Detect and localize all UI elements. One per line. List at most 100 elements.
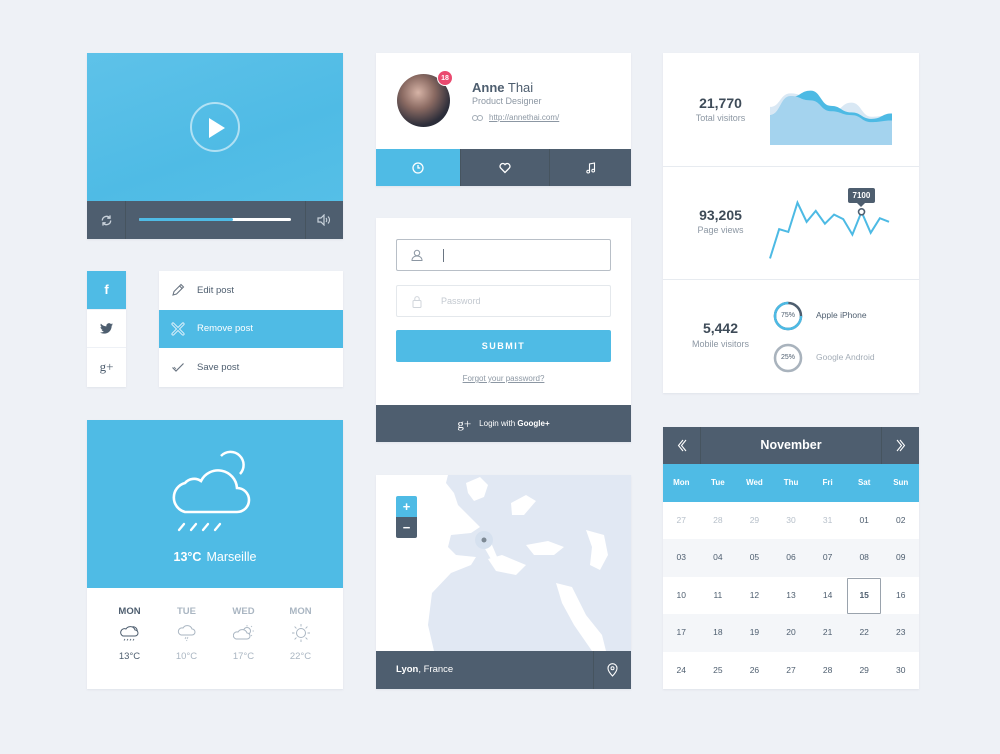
user-icon — [411, 249, 423, 261]
calendar-day[interactable]: 27 — [773, 652, 810, 689]
play-button[interactable] — [190, 102, 240, 152]
calendar-day[interactable]: 28 — [700, 502, 737, 539]
notification-badge[interactable]: 18 — [437, 70, 453, 86]
calendar-day[interactable]: 01 — [846, 502, 883, 539]
pageviews-line — [769, 199, 890, 259]
calendar-day[interactable]: 29 — [736, 502, 773, 539]
calendar-week: 10 11 12 13 14 15 16 — [663, 577, 919, 615]
tab-music[interactable] — [549, 149, 631, 186]
first-name: Anne — [472, 80, 505, 95]
password-field[interactable] — [396, 285, 611, 317]
calendar-widget: November Mon Tue Wed Thu Fri Sat Sun 27 28 29 30 3… — [663, 427, 919, 689]
map-city: Lyon — [396, 664, 419, 675]
next-month-button[interactable] — [881, 427, 919, 464]
calendar-day[interactable]: 10 — [663, 577, 700, 614]
calendar-day[interactable]: 02 — [882, 502, 919, 539]
menu-item-edit[interactable]: Edit post — [159, 271, 343, 310]
twitter-button[interactable] — [87, 310, 126, 349]
forecast-temp: 17°C — [232, 651, 255, 662]
calendar-day[interactable]: 17 — [663, 614, 700, 651]
facebook-button[interactable]: f — [87, 271, 126, 310]
calendar-day[interactable]: 18 — [700, 614, 737, 651]
lock-icon — [412, 296, 422, 308]
forecast-temp: 13°C — [118, 651, 141, 662]
calendar-day[interactable]: 19 — [736, 614, 773, 651]
forecast-day[interactable]: MON 13°C — [106, 588, 154, 689]
cloud-rain-icon — [119, 626, 138, 641]
volume-button[interactable] — [305, 201, 343, 239]
menu-item-remove[interactable]: Remove post — [159, 309, 343, 349]
calendar-day[interactable]: 30 — [882, 652, 919, 689]
calendar-day[interactable]: 24 — [663, 652, 700, 689]
pageviews-line-chart — [769, 199, 890, 259]
calendar-day[interactable]: 06 — [773, 539, 810, 576]
forecast-day-name: TUE — [177, 606, 196, 617]
map-country: , France — [418, 664, 454, 675]
forecast-day-name: MON — [118, 606, 141, 617]
calendar-day-selected[interactable]: 15 — [846, 577, 883, 615]
zoom-in-button[interactable]: + — [396, 496, 417, 517]
weekday-label: Fri — [822, 478, 833, 487]
highlight-point[interactable] — [857, 207, 866, 216]
profile-role: Product Designer — [472, 96, 542, 106]
google-login-button[interactable]: g+ Login with Google+ — [376, 405, 631, 442]
calendar-day[interactable]: 31 — [809, 502, 846, 539]
calendar-day[interactable]: 27 — [663, 502, 700, 539]
calendar-day[interactable]: 08 — [846, 539, 883, 576]
calendar-day[interactable]: 22 — [846, 614, 883, 651]
menu-item-label: Remove post — [197, 323, 253, 335]
calendar-day[interactable]: 12 — [736, 577, 773, 614]
calendar-day[interactable]: 05 — [736, 539, 773, 576]
video-controls — [87, 201, 343, 239]
forecast-day[interactable]: WED 17°C — [220, 588, 268, 689]
calendar-day[interactable]: 16 — [882, 577, 919, 614]
username-field[interactable] — [396, 239, 611, 271]
link-icon — [472, 114, 483, 121]
calendar-day[interactable]: 23 — [882, 614, 919, 651]
calendar-day[interactable]: 30 — [773, 502, 810, 539]
repeat-button[interactable] — [87, 201, 125, 239]
weekday-label: Sat — [857, 478, 871, 487]
forecast-day-name: MON — [289, 606, 312, 617]
visitors-label: Total visitors — [695, 113, 746, 123]
forecast-day[interactable]: TUE 10°C — [163, 588, 211, 689]
calendar-day[interactable]: 14 — [809, 577, 846, 614]
calendar-day[interactable]: 29 — [846, 652, 883, 689]
calendar-day[interactable]: 26 — [736, 652, 773, 689]
google-plus-icon: g+ — [99, 359, 114, 375]
tab-favorites[interactable] — [460, 149, 549, 186]
tab-activity[interactable] — [376, 149, 460, 186]
menu-item-save[interactable]: Save post — [159, 348, 343, 387]
calendar-day[interactable]: 28 — [809, 652, 846, 689]
google-plus-button[interactable]: g+ — [87, 348, 126, 387]
calendar-day[interactable]: 09 — [882, 539, 919, 576]
visitors-area-chart — [770, 90, 892, 145]
video-screen[interactable] — [87, 53, 343, 201]
zoom-out-button[interactable]: − — [396, 517, 417, 538]
mobile-row: 5,442 Mobile visitors 75% Apple iPhone 2… — [663, 280, 919, 393]
calendar-day[interactable]: 25 — [700, 652, 737, 689]
calendar-day[interactable]: 03 — [663, 539, 700, 576]
forgot-password-link[interactable]: Forgot your password? — [376, 374, 631, 383]
google-plus-icon: g+ — [457, 415, 472, 431]
android-percent: 25% — [780, 354, 795, 361]
password-input[interactable] — [441, 290, 601, 312]
cloud-drizzle-icon — [177, 625, 195, 642]
website-link[interactable]: http://annethai.com/ — [489, 113, 559, 122]
submit-button[interactable]: SUBMIT — [396, 330, 611, 362]
progress-bar[interactable] — [139, 218, 291, 221]
calendar-day[interactable]: 11 — [700, 577, 737, 614]
calendar-day[interactable]: 07 — [809, 539, 846, 576]
weekday-label: Sun — [893, 478, 909, 487]
sun-icon — [291, 624, 310, 642]
map-location: Lyon, France — [396, 664, 453, 675]
location-button[interactable] — [593, 651, 631, 689]
calendar-day[interactable]: 04 — [700, 539, 737, 576]
forecast-day[interactable]: MON 22°C — [277, 588, 325, 689]
profile-card: 18 Anne Thai Product Designer http://ann… — [376, 53, 631, 186]
calendar-day[interactable]: 20 — [773, 614, 810, 651]
calendar-day[interactable]: 13 — [773, 577, 810, 614]
username-input[interactable] — [441, 244, 601, 266]
calendar-day[interactable]: 21 — [809, 614, 846, 651]
location-marker[interactable] — [481, 537, 487, 543]
